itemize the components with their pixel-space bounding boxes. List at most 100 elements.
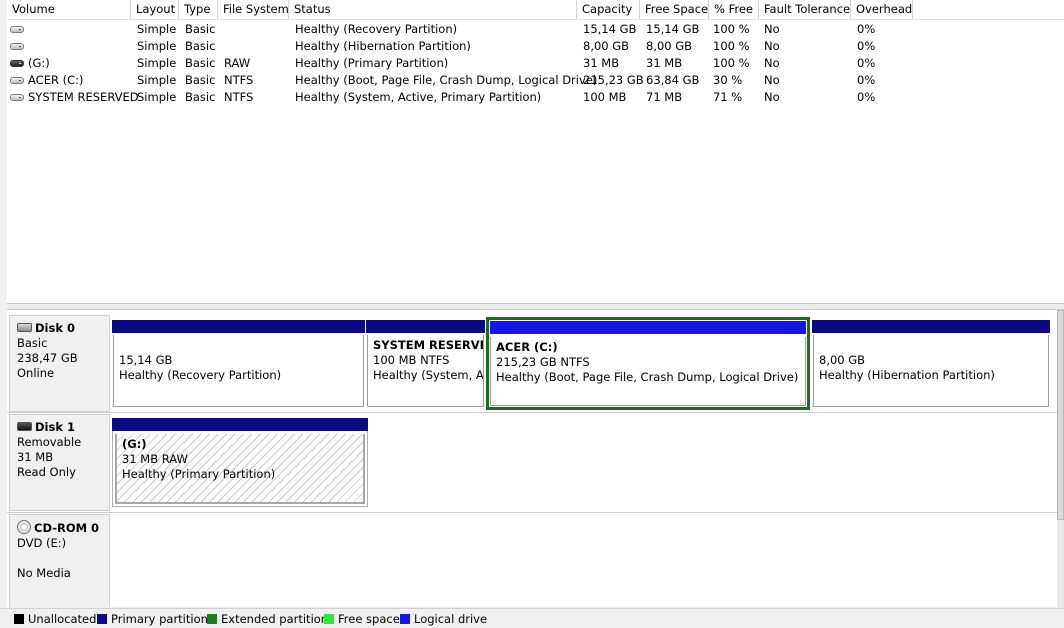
- cell-free: 15,14 GB: [646, 22, 700, 36]
- drive-icon: [10, 77, 24, 84]
- partition-g[interactable]: (G:) 31 MB RAW Healthy (Primary Partitio…: [112, 418, 368, 507]
- hard-disk-icon: [17, 323, 32, 332]
- column-header-type[interactable]: Type: [179, 0, 218, 19]
- primary-partition-bar: [112, 418, 368, 431]
- column-header-status[interactable]: Status: [289, 0, 577, 19]
- legend-extended-partition: Extended partition: [207, 612, 328, 626]
- disk-map-scrollbar[interactable]: [1057, 310, 1064, 607]
- table-row[interactable]: SYSTEM RESERVED Simple Basic NTFS Healthy (S…: [7, 89, 1064, 106]
- table-row[interactable]: Simple Basic Healthy (Recovery Partition) 1…: [7, 21, 1064, 38]
- cell-status: Healthy (Primary Partition): [295, 56, 449, 70]
- disk-name: CD-ROM 0: [34, 521, 100, 535]
- column-header-free-space[interactable]: Free Space: [640, 0, 709, 19]
- disk-state: No Media: [17, 566, 71, 580]
- cell-layout: Simple: [137, 22, 177, 36]
- cell-fs: NTFS: [224, 73, 254, 87]
- partition-acer-c[interactable]: ACER (C:) 215,23 GB NTFS Healthy (Boot, …: [486, 317, 810, 410]
- legend-free-space: Free space: [324, 612, 400, 626]
- cdrom-0-label[interactable]: CD-ROM 0 DVD (E:) No Media: [9, 514, 110, 607]
- column-header-layout[interactable]: Layout: [131, 0, 179, 19]
- cell-fault: No: [764, 56, 780, 70]
- disk-state: Read Only: [17, 465, 76, 479]
- disk-row-divider: [7, 512, 1057, 513]
- cell-status: Healthy (System, Active, Primary Partiti…: [295, 90, 542, 104]
- disk-size: 238,47 GB: [17, 351, 78, 365]
- legend-label: Unallocated: [28, 612, 97, 626]
- column-header-overhead[interactable]: Overhead: [851, 0, 913, 19]
- disk-row-divider: [7, 412, 1057, 413]
- legend-swatch: [324, 614, 334, 624]
- disk-kind: DVD (E:): [17, 536, 67, 550]
- disk-1-label[interactable]: Disk 1 Removable 31 MB Read Only: [9, 414, 110, 511]
- removable-disk-icon: [17, 422, 32, 431]
- cell-volume: ACER (C:): [28, 73, 84, 87]
- cell-pct: 71 %: [713, 90, 743, 104]
- partition-title: SYSTEM RESERVED: [373, 338, 483, 352]
- primary-partition-bar: [366, 320, 485, 333]
- legend-swatch: [207, 614, 217, 624]
- table-row[interactable]: Simple Basic Healthy (Hibernation Partitio…: [7, 38, 1064, 55]
- legend-label: Extended partition: [221, 612, 329, 626]
- partition-system-reserved[interactable]: SYSTEM RESERVED 100 MB NTFS Healthy (Sys…: [366, 320, 485, 408]
- cd-rom-icon: [17, 520, 31, 534]
- cell-capacity: 100 MB: [583, 90, 627, 104]
- disk-kind: Removable: [17, 435, 82, 449]
- legend-label: Primary partition: [111, 612, 208, 626]
- cell-capacity: 15,14 GB: [583, 22, 637, 36]
- partition-status: Healthy (Recovery Partition): [119, 368, 282, 382]
- partition-size: 31 MB RAW: [122, 452, 188, 466]
- partition-title: (G:): [122, 437, 147, 451]
- disk-0-label[interactable]: Disk 0 Basic 238,47 GB Online: [9, 315, 110, 412]
- legend-label: Free space: [338, 612, 400, 626]
- column-header-percent-free[interactable]: % Free: [709, 0, 759, 19]
- table-row[interactable]: ACER (C:) Simple Basic NTFS Healthy (Boot, P…: [7, 72, 1064, 89]
- disk-kind: Basic: [17, 336, 48, 350]
- disk-size: 31 MB: [17, 450, 54, 464]
- legend-unallocated: Unallocated: [14, 612, 96, 626]
- cell-free: 31 MB: [646, 56, 683, 70]
- cell-layout: Simple: [137, 73, 177, 87]
- cell-type: Basic: [185, 39, 216, 53]
- partition-status: Healthy (Hibernation Partition): [819, 368, 995, 382]
- cell-layout: Simple: [137, 56, 177, 70]
- cell-capacity: 31 MB: [583, 56, 620, 70]
- removable-drive-icon: [10, 60, 24, 67]
- disk-name: Disk 0: [35, 321, 75, 335]
- cell-free: 63,84 GB: [646, 73, 700, 87]
- drive-icon: [10, 94, 24, 101]
- disk-state: Online: [17, 366, 55, 380]
- cell-free: 8,00 GB: [646, 39, 693, 53]
- logical-drive-bar: [490, 321, 806, 334]
- legend-swatch: [14, 614, 24, 624]
- drive-icon: [10, 43, 24, 50]
- table-row[interactable]: (G:) Simple Basic RAW Healthy (Primary Parti…: [7, 55, 1064, 72]
- legend-swatch: [97, 614, 107, 624]
- cell-overhead: 0%: [857, 39, 876, 53]
- cell-fs: NTFS: [224, 90, 254, 104]
- cell-type: Basic: [185, 56, 216, 70]
- cell-status: Healthy (Hibernation Partition): [295, 39, 471, 53]
- pane-splitter[interactable]: [7, 303, 1064, 310]
- partition-size: 215,23 GB NTFS: [496, 355, 590, 369]
- cell-fault: No: [764, 90, 780, 104]
- scrollbar-thumb[interactable]: [1057, 310, 1064, 520]
- column-header-fault-tolerance[interactable]: Fault Tolerance: [759, 0, 851, 19]
- cell-type: Basic: [185, 90, 216, 104]
- column-header-file-system[interactable]: File System: [218, 0, 289, 19]
- legend-logical-drive: Logical drive: [400, 612, 487, 626]
- partition-hibernation[interactable]: 8,00 GB Healthy (Hibernation Partition): [812, 320, 1050, 408]
- partition-recovery[interactable]: 15,14 GB Healthy (Recovery Partition): [112, 320, 365, 408]
- cell-overhead: 0%: [857, 73, 876, 87]
- disk-map: Disk 0 Basic 238,47 GB Online 15,14 GB H…: [7, 310, 1057, 607]
- cell-overhead: 0%: [857, 22, 876, 36]
- primary-partition-bar: [812, 320, 1050, 333]
- list-header: Volume Layout Type File System Status Ca…: [7, 0, 1064, 20]
- column-header-volume[interactable]: Volume: [7, 0, 131, 19]
- legend-primary-partition: Primary partition: [97, 612, 208, 626]
- cell-volume: (G:): [28, 56, 50, 70]
- volume-list[interactable]: Volume Layout Type File System Status Ca…: [7, 0, 1064, 303]
- cell-fs: RAW: [224, 56, 251, 70]
- partition-size: 15,14 GB: [119, 353, 173, 367]
- column-header-capacity[interactable]: Capacity: [577, 0, 640, 19]
- cell-fault: No: [764, 22, 780, 36]
